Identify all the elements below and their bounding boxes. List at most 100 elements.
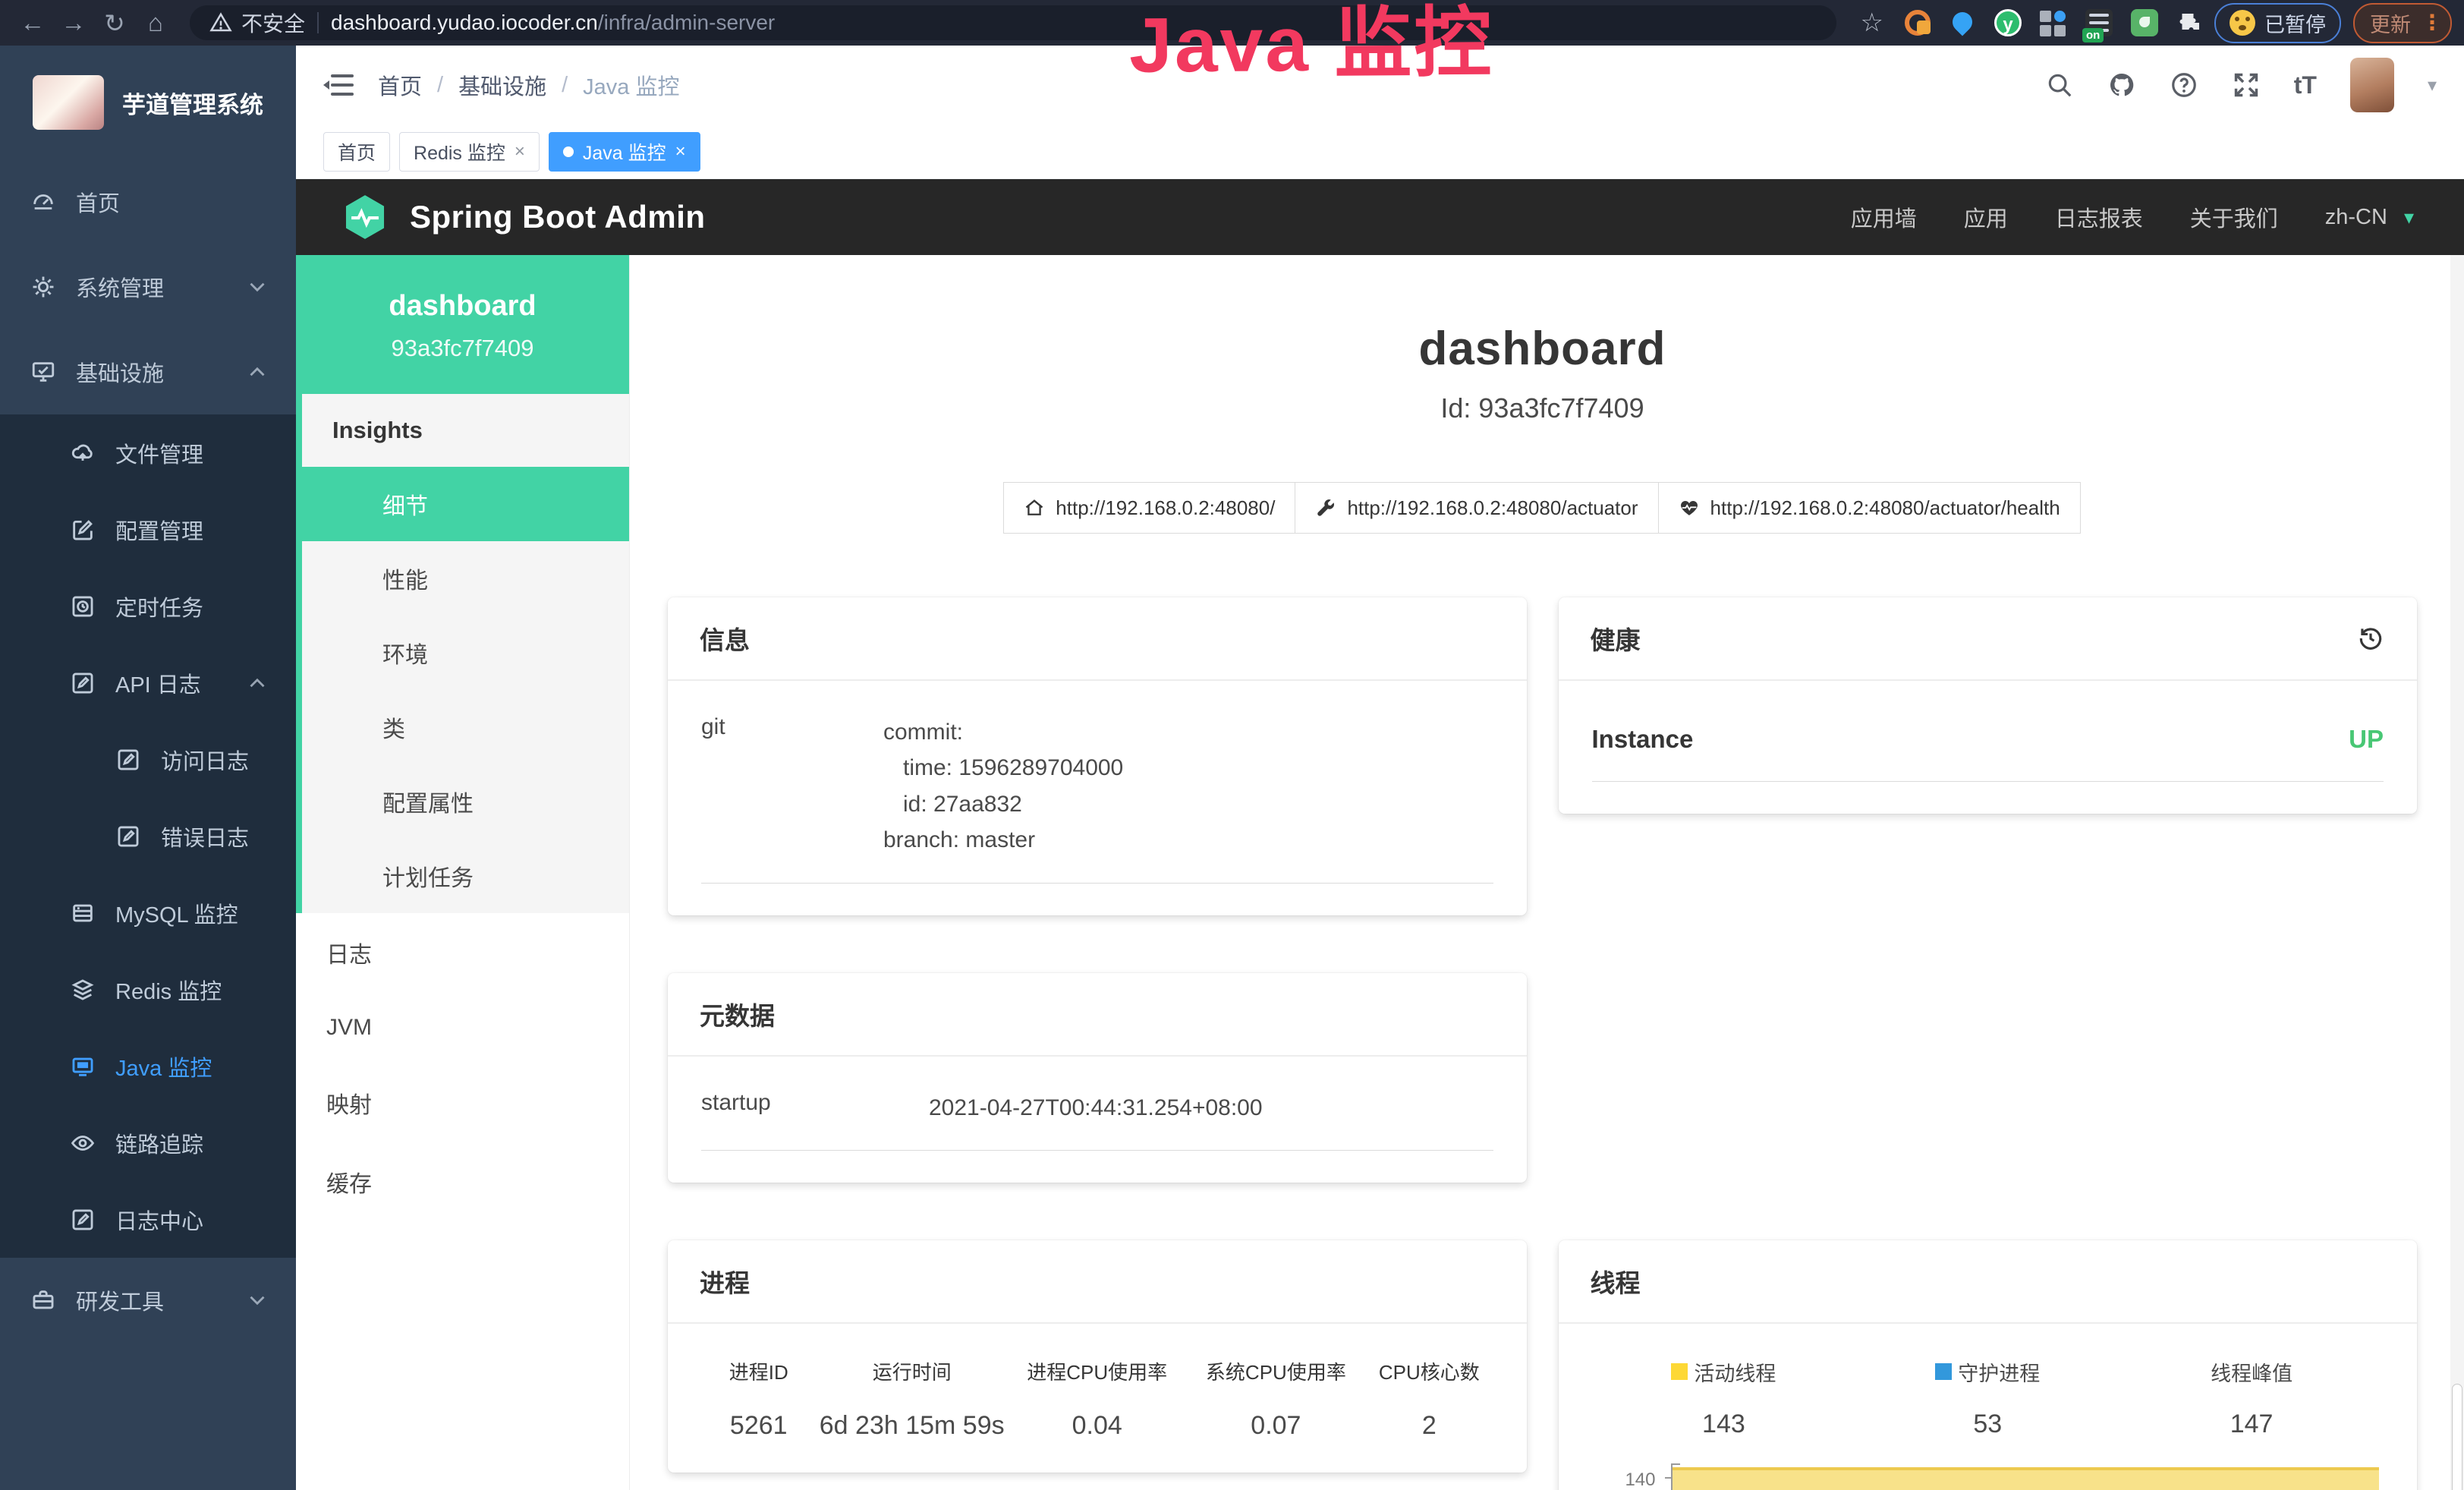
menu-item-logs[interactable]: 日志: [296, 913, 629, 992]
sidebar-item-label: 错误日志: [161, 821, 249, 852]
sidebar-item-label: 系统管理: [76, 271, 164, 303]
breadcrumb-infra[interactable]: 基础设施: [458, 69, 546, 101]
health-url-link[interactable]: http://192.168.0.2:48080/actuator/health: [1658, 482, 2081, 534]
insights-label: Insights: [302, 394, 629, 467]
github-icon[interactable]: [2107, 71, 2136, 99]
sidebar-submenu-infra: 文件管理 配置管理 定时任务 API 日志: [0, 414, 296, 1258]
history-icon[interactable]: [2356, 624, 2385, 653]
reload-icon[interactable]: ↻: [94, 8, 135, 38]
sidebar-item-infra[interactable]: 基础设施: [0, 329, 296, 414]
avatar[interactable]: [2350, 58, 2394, 112]
menu-item-jvm[interactable]: JVM: [296, 992, 629, 1063]
database-icon: [70, 900, 96, 926]
extension-colorzilla-icon[interactable]: [1905, 10, 1931, 36]
chevron-down-icon[interactable]: ▾: [2428, 74, 2437, 96]
bookmark-star-icon[interactable]: ☆: [1861, 8, 1883, 38]
extension-grid-icon[interactable]: [2040, 9, 2067, 36]
sidebar-item-system[interactable]: 系统管理: [0, 244, 296, 329]
menu-item-scheduled-tasks[interactable]: 计划任务: [302, 839, 629, 913]
instance-header[interactable]: dashboard 93a3fc7f7409: [296, 255, 629, 394]
health-key: Instance: [1592, 725, 1694, 754]
metadata-startup-row: startup 2021-04-27T00:44:31.254+08:00: [701, 1090, 1493, 1151]
sba-brand-title[interactable]: Spring Boot Admin: [410, 199, 706, 235]
actuator-url-link[interactable]: http://192.168.0.2:48080/actuator: [1295, 482, 1658, 534]
scrollbar-thumb[interactable]: [2452, 1384, 2462, 1490]
help-icon[interactable]: [2170, 71, 2198, 99]
tag-home[interactable]: 首页: [323, 132, 390, 172]
daemon-threads-swatch: [1935, 1363, 1952, 1380]
fullscreen-icon[interactable]: [2232, 71, 2261, 99]
breadcrumb-home[interactable]: 首页: [378, 69, 422, 101]
metadata-key: startup: [701, 1090, 929, 1126]
menu-dots-icon[interactable]: ⋮: [2422, 16, 2443, 29]
threads-card: 线程 活动线程 守护进程 线程峰值: [1559, 1240, 2418, 1490]
layers-icon: [70, 977, 96, 1003]
sba-nav-language[interactable]: zh-CN: [2325, 205, 2387, 230]
sba-sidebar: dashboard 93a3fc7f7409 Insights 细节 性能 环境…: [296, 255, 630, 1490]
scrollbar-track[interactable]: [2450, 255, 2464, 1490]
tag-java[interactable]: Java 监控 ×: [549, 132, 700, 172]
sidebar-item-home[interactable]: 首页: [0, 159, 296, 244]
card-title: 进程: [700, 1263, 750, 1299]
extension-puzzle-icon[interactable]: [2176, 9, 2204, 36]
on-badge: on: [2082, 28, 2104, 43]
forward-icon[interactable]: →: [53, 8, 94, 37]
sba-nav-applications[interactable]: 应用: [1964, 201, 2008, 233]
paused-button[interactable]: 已暂停: [2214, 3, 2341, 43]
menu-item-classes[interactable]: 类: [302, 690, 629, 764]
chevron-down-icon[interactable]: ▾: [2404, 206, 2414, 229]
sidebar-item-config[interactable]: 配置管理: [0, 491, 296, 568]
menu-item-caches[interactable]: 缓存: [296, 1142, 629, 1221]
monitor-icon: [30, 359, 56, 385]
close-icon[interactable]: ×: [515, 141, 525, 162]
extensions-row: y on: [1905, 9, 2204, 36]
sba-nav-journal[interactable]: 日志报表: [2055, 201, 2143, 233]
process-cpu: 0.04: [1008, 1411, 1187, 1441]
sidebar-item-file[interactable]: 文件管理: [0, 414, 296, 491]
sidebar-item-redis[interactable]: Redis 监控: [0, 951, 296, 1028]
info-value: commit: time: 1596289704000 id: 27aa832 …: [883, 714, 1123, 858]
url-bar[interactable]: 不安全 dashboard.yudao.iocoder.cn/infra/adm…: [190, 5, 1836, 40]
sidebar-item-log-center[interactable]: 日志中心: [0, 1181, 296, 1258]
url-path[interactable]: /infra/admin-server: [598, 11, 775, 35]
extension-y-icon[interactable]: y: [1994, 9, 2022, 36]
sidebar-item-access-log[interactable]: 访问日志: [0, 721, 296, 798]
extension-leaf-icon[interactable]: [2131, 9, 2158, 36]
hamburger-icon[interactable]: [323, 74, 354, 96]
font-size-icon[interactable]: tT: [2294, 71, 2317, 99]
paused-label: 已暂停: [2264, 8, 2326, 38]
sidebar-item-api-log[interactable]: API 日志: [0, 644, 296, 721]
sidebar-item-error-log[interactable]: 错误日志: [0, 798, 296, 874]
breadcrumb-current: Java 监控: [583, 69, 679, 101]
menu-item-details[interactable]: 细节: [302, 467, 629, 541]
back-icon[interactable]: ←: [12, 8, 53, 37]
update-label: 更新: [2370, 8, 2411, 38]
sidebar-item-dev-tools[interactable]: 研发工具: [0, 1258, 296, 1343]
sba-nav: 应用墙 应用 日志报表 关于我们 zh-CN ▾: [1851, 201, 2414, 233]
sidebar-item-mysql[interactable]: MySQL 监控: [0, 874, 296, 951]
chevron-up-icon: [244, 670, 270, 696]
browser-home-icon[interactable]: ⌂: [135, 8, 176, 37]
search-icon[interactable]: [2045, 71, 2074, 99]
service-url-link[interactable]: http://192.168.0.2:48080/: [1003, 482, 1295, 534]
tag-redis[interactable]: Redis 监控 ×: [399, 132, 540, 172]
security-label[interactable]: 不安全: [241, 8, 305, 38]
app-logo-row[interactable]: 芋道管理系统: [0, 46, 296, 159]
sidebar-item-trace[interactable]: 链路追踪: [0, 1104, 296, 1181]
sidebar-item-job[interactable]: 定时任务: [0, 568, 296, 644]
menu-item-metrics[interactable]: 性能: [302, 541, 629, 616]
insights-group: Insights 细节 性能 环境 类 配置属性 计划任务: [296, 394, 629, 913]
sba-nav-wall[interactable]: 应用墙: [1851, 201, 1917, 233]
menu-item-config-props[interactable]: 配置属性: [302, 764, 629, 839]
menu-item-environment[interactable]: 环境: [302, 616, 629, 690]
extension-pin-icon[interactable]: [1949, 9, 1976, 36]
extension-switch-icon[interactable]: on: [2085, 9, 2113, 36]
sidebar-item-java[interactable]: Java 监控: [0, 1028, 296, 1104]
sba-nav-about[interactable]: 关于我们: [2190, 201, 2278, 233]
health-instance-row[interactable]: Instance UP: [1592, 725, 2384, 782]
update-button[interactable]: 更新 ⋮: [2353, 3, 2452, 43]
url-domain[interactable]: dashboard.yudao.iocoder.cn: [331, 11, 598, 35]
chart-plot-area: [1671, 1463, 2384, 1490]
close-icon[interactable]: ×: [675, 141, 686, 162]
menu-item-mappings[interactable]: 映射: [296, 1063, 629, 1142]
